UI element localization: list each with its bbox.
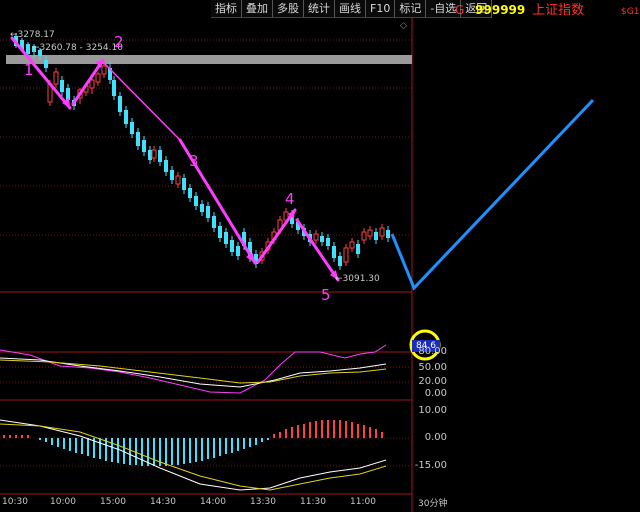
candle-body (95, 73, 101, 83)
time-tick: 15:00 (100, 497, 126, 507)
ticker-code: 999999 (475, 3, 526, 17)
chart-canvas[interactable] (0, 0, 640, 512)
range-price-label: ←3260.78 - 3254.10 (32, 43, 123, 53)
mark-button[interactable]: 标记 (395, 0, 427, 18)
low-price-value: 3091.30 (342, 274, 380, 284)
candle-body (158, 150, 162, 162)
candle-body (142, 140, 146, 152)
wave-mark-4: 4 (285, 190, 295, 208)
candle-body (118, 96, 122, 112)
candle-body (320, 236, 324, 242)
candle-body (343, 247, 349, 263)
candlesticks (14, 33, 390, 270)
ticker-tag: $G1 (621, 7, 640, 17)
time-tick: 14:00 (200, 497, 226, 507)
wave-mark-3: 3 (189, 152, 199, 170)
candle-body (194, 196, 198, 206)
low-price-label: ←3091.30 (335, 274, 380, 284)
time-tick: 14:30 (150, 497, 176, 507)
candle-body (236, 246, 240, 256)
projection-line (390, 98, 595, 291)
candle-body (338, 256, 342, 266)
toolbar: 指标 叠加 多股 统计 画线 F10 标记 -自选 返回 (211, 0, 493, 18)
candle-body (53, 71, 59, 85)
statistics-button[interactable]: 统计 (304, 0, 335, 18)
draw-line-button[interactable]: 画线 (335, 0, 366, 18)
candle-body (218, 226, 222, 238)
candle-body (206, 206, 210, 218)
period-selector[interactable]: 30分钟 (418, 496, 447, 509)
candle-body (326, 238, 330, 246)
candle-body (349, 241, 355, 249)
indicator2-level-0: 0.00 (424, 432, 447, 443)
candle-body (356, 244, 360, 254)
candle-body (164, 160, 168, 172)
candle-body (367, 229, 373, 237)
indicator1-level-80: 80.00 (418, 346, 447, 357)
candle-body (44, 60, 48, 68)
wave-mark-2: 2 (114, 33, 124, 51)
ticker-prefix: G (455, 3, 465, 17)
candle-body (386, 230, 390, 238)
indicator2-level-neg15: -15.00 (414, 460, 447, 471)
candle-body (101, 65, 107, 75)
candle-body (89, 79, 95, 89)
expand-icon[interactable]: ◇ (400, 21, 407, 31)
candle-body (26, 44, 30, 54)
candle-body (170, 170, 174, 180)
candle-body (60, 80, 64, 92)
candle-body (124, 110, 128, 124)
wave-mark-5: 5 (321, 286, 331, 304)
candle-body (151, 149, 157, 159)
candle-body (112, 80, 116, 96)
candle-body (313, 233, 319, 241)
time-tick: 11:30 (300, 497, 326, 507)
candle-body (212, 216, 216, 228)
wave-thin (102, 61, 181, 141)
high-price-value: 3278.17 (17, 30, 55, 40)
macd-histogram (3, 420, 383, 466)
f10-button[interactable]: F10 (366, 0, 396, 18)
candle-body (130, 122, 134, 134)
candle-body (230, 240, 234, 252)
ticker-header: G 999999 上证指数 $G1 (455, 2, 639, 19)
candle-body (379, 227, 385, 237)
candle-body (200, 204, 204, 212)
candle-body (66, 88, 70, 100)
overlay-button[interactable]: 叠加 (242, 0, 273, 18)
grid (0, 39, 412, 467)
high-price-label: ←3278.17 (10, 30, 55, 40)
time-tick: 10:30 (2, 497, 28, 507)
candle-body (175, 175, 181, 185)
range-price-value: 3260.78 - 3254.10 (39, 43, 123, 53)
time-tick: 11:00 (350, 497, 376, 507)
candle-body (361, 231, 367, 241)
range-band (6, 55, 412, 64)
time-tick: 10:00 (50, 497, 76, 507)
ticker-name: 上证指数 (532, 3, 585, 18)
candle-body (188, 188, 192, 198)
multi-stock-button[interactable]: 多股 (273, 0, 304, 18)
candle-body (332, 246, 336, 258)
candle-body (182, 178, 186, 190)
candle-body (224, 232, 228, 244)
time-tick: 13:30 (250, 497, 276, 507)
indicator1-level-50: 50.00 (418, 362, 447, 373)
candle-body (136, 132, 140, 146)
candle-body (374, 232, 378, 240)
wave-lines (10, 36, 340, 282)
wave-mark-1: 1 (24, 61, 34, 79)
indicator1-level-0: 0.00 (424, 388, 447, 399)
candle-body (148, 150, 152, 160)
indicator1-level-20: 20.00 (418, 376, 447, 387)
indicator-button[interactable]: 指标 (211, 0, 242, 18)
indicator2-level-10: 10.00 (418, 405, 447, 416)
